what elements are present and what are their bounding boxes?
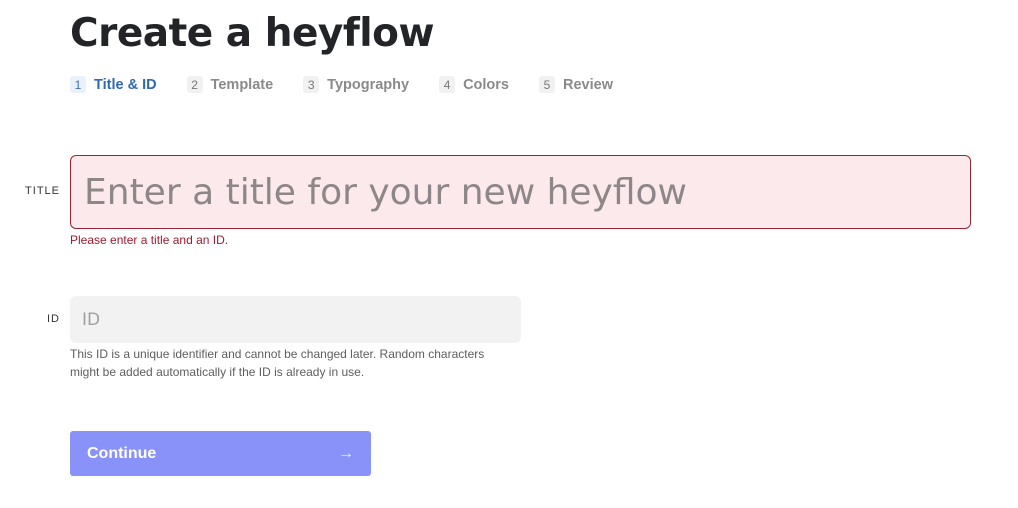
title-label: TITLE [25,185,60,197]
id-label: ID [47,313,60,325]
continue-label: Continue [87,444,157,462]
title-input[interactable] [70,155,971,229]
step-number: 2 [186,76,203,93]
step-number: 1 [70,76,86,93]
step-label: Title & ID [94,76,157,93]
step-colors[interactable]: 4 Colors [439,76,509,93]
id-input[interactable] [70,296,521,343]
step-review[interactable]: 5 Review [539,76,613,93]
step-label: Typography [327,76,410,93]
step-number: 3 [303,76,320,93]
step-label: Review [563,76,613,93]
step-number: 5 [539,76,555,93]
step-typography[interactable]: 3 Typography [303,76,409,93]
step-number: 4 [439,76,456,93]
step-template[interactable]: 2 Template [186,76,274,93]
continue-button[interactable]: Continue → [70,431,371,476]
step-label: Template [210,76,274,93]
title-error-message: Please enter a title and an ID. [70,233,229,247]
step-navigation: 1 Title & ID 2 Template 3 Typography 4 C… [70,76,643,93]
step-title-id[interactable]: 1 Title & ID [70,76,157,93]
arrow-right-icon: → [338,444,354,462]
step-label: Colors [463,76,509,93]
id-help-text: This ID is a unique identifier and canno… [70,347,485,379]
page-title: Create a heyflow [70,11,435,56]
